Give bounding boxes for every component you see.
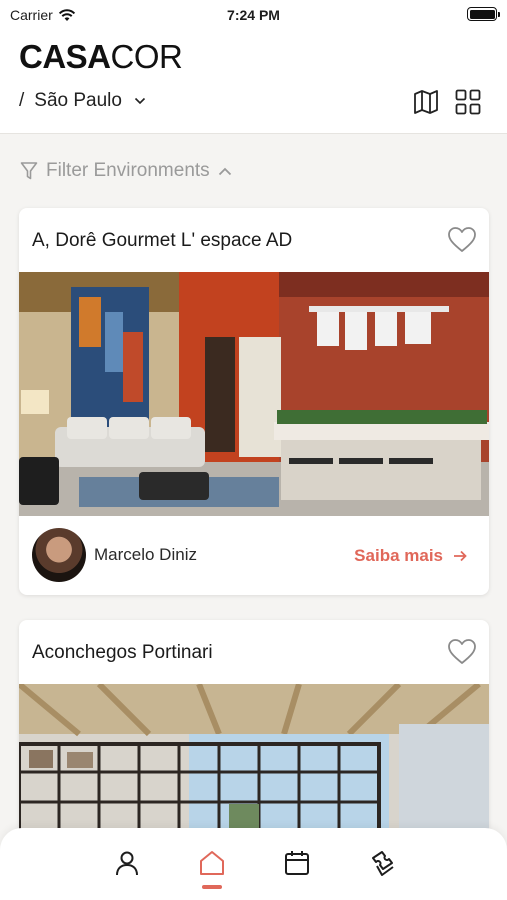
tab-bar [0, 828, 507, 900]
chevron-down-icon [134, 97, 146, 105]
avatar [32, 528, 86, 582]
card-title: Aconchegos Portinari [32, 642, 213, 663]
environment-card[interactable]: A, Dorê Gourmet L' espace AD Marcelo Din… [19, 208, 489, 595]
heart-icon[interactable] [447, 638, 477, 666]
logo-light: COR [110, 38, 183, 75]
map-icon[interactable] [412, 88, 440, 116]
status-bar: Carrier 7:24 PM [0, 0, 507, 30]
saiba-mais-label: Saiba mais [354, 546, 443, 565]
city-label: São Paulo [34, 90, 122, 111]
chevron-up-icon [218, 167, 231, 175]
calendar-icon[interactable] [282, 848, 312, 878]
profile-icon[interactable] [112, 848, 142, 878]
home-icon[interactable] [197, 848, 227, 878]
city-selector[interactable]: / São Paulo [19, 90, 146, 112]
author: Marcelo Diniz [32, 528, 197, 582]
city-prefix: / [19, 90, 25, 111]
filter-toggle[interactable]: Filter Environments [20, 160, 232, 182]
logo-bold: CASA [19, 38, 111, 75]
app-header: CASACOR / São Paulo [0, 30, 507, 134]
filter-label: Filter Environments [46, 160, 210, 181]
active-tab-indicator [202, 885, 222, 889]
environment-photo[interactable] [19, 272, 489, 516]
battery-icon [467, 7, 500, 21]
card-title: A, Dorê Gourmet L' espace AD [32, 230, 293, 251]
tickets-icon[interactable] [368, 848, 398, 878]
filter-icon [20, 162, 38, 180]
clock: 7:24 PM [227, 7, 280, 23]
heart-icon[interactable] [447, 226, 477, 254]
saiba-mais-link[interactable]: Saiba mais [354, 546, 467, 566]
casacor-logo: CASACOR [19, 38, 183, 76]
author-name: Marcelo Diniz [94, 545, 197, 564]
grid-view-icon[interactable] [454, 88, 482, 116]
arrow-right-icon [454, 550, 467, 562]
